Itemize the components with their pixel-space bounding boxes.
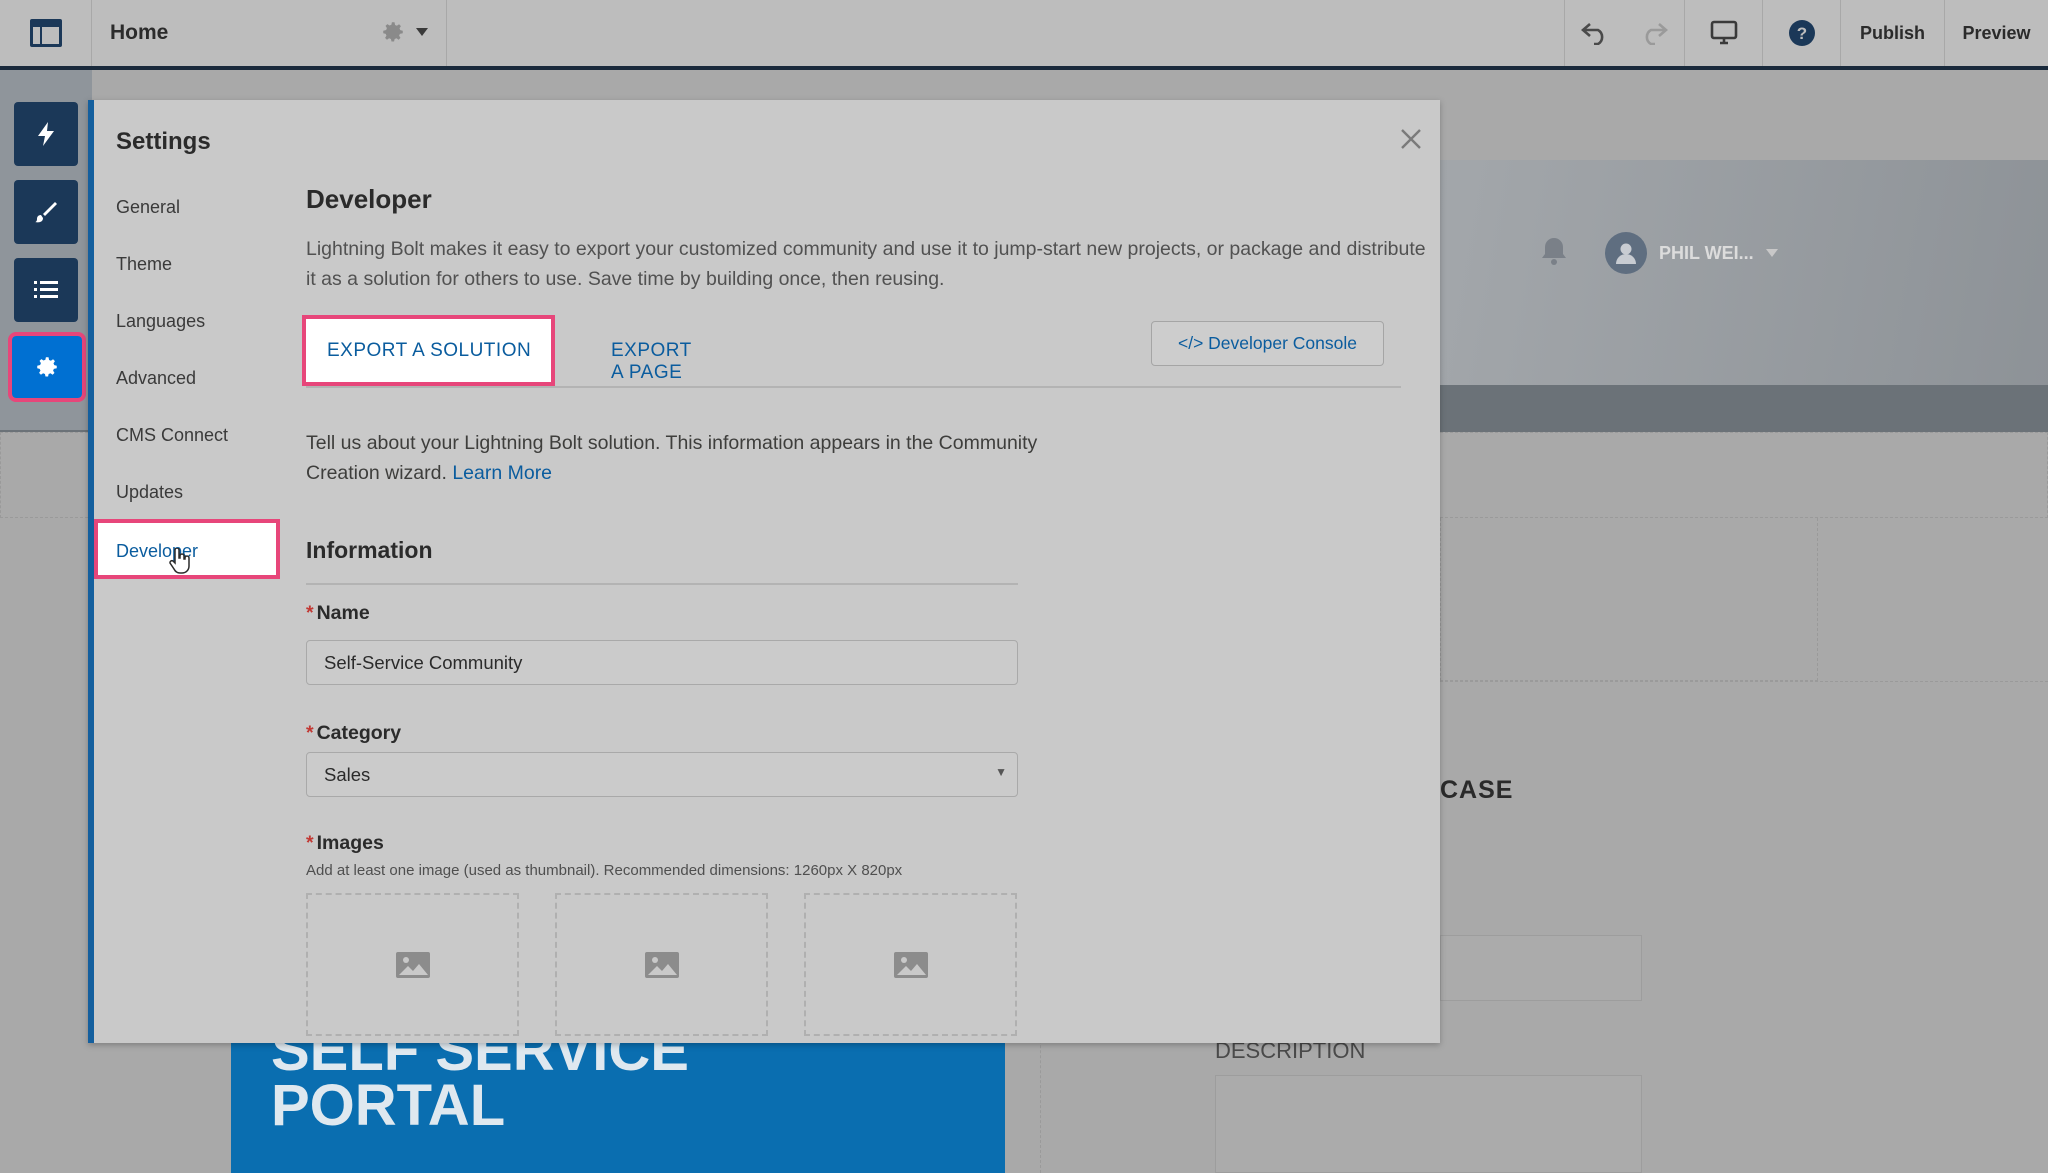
notification-bell-icon — [1540, 236, 1568, 271]
page-settings-dropdown[interactable] — [380, 19, 428, 45]
user-name: PHIL WEI... — [1659, 242, 1754, 263]
images-label-text: Images — [316, 832, 384, 854]
category-select[interactable]: Sales ▼ — [306, 752, 1018, 797]
desktop-icon — [1710, 20, 1737, 45]
name-label: * Name — [306, 602, 370, 625]
layout-menu-icon[interactable] — [0, 0, 92, 66]
caret-down-icon — [416, 28, 428, 36]
publish-button[interactable]: Publish — [1840, 0, 1944, 66]
settings-panel: Settings General Theme Languages Advance… — [88, 100, 1440, 1043]
tab-export-page[interactable]: EXPORT A PAGE — [611, 340, 691, 384]
help-button[interactable]: ? — [1762, 0, 1840, 66]
caret-down-icon — [1765, 249, 1778, 257]
nav-item-general[interactable]: General — [116, 197, 180, 218]
builder-left-rail — [0, 70, 92, 430]
portal-line-2: PORTAL — [271, 1073, 506, 1138]
page-title: Home — [110, 21, 169, 44]
components-button[interactable] — [14, 102, 78, 166]
avatar — [1605, 232, 1647, 274]
background-field — [1440, 935, 1642, 1001]
background-field — [1215, 1075, 1642, 1173]
user-icon — [1616, 243, 1636, 264]
required-asterisk: * — [306, 722, 314, 744]
name-label-text: Name — [316, 602, 370, 624]
settings-title: Settings — [116, 128, 211, 155]
category-label-text: Category — [316, 722, 402, 744]
image-upload-slot[interactable] — [555, 893, 768, 1036]
close-icon — [1401, 129, 1421, 149]
portal-banner-text: SELF SERVICE PORTAL — [271, 1041, 689, 1138]
device-preview-button[interactable] — [1684, 0, 1762, 66]
hand-cursor-icon — [169, 548, 190, 574]
name-field[interactable]: Self-Service Community — [306, 640, 1018, 685]
undo-icon — [1580, 23, 1603, 45]
undo-button[interactable] — [1564, 0, 1624, 66]
settings-button[interactable] — [8, 332, 86, 402]
page-region-outline — [1440, 518, 1818, 681]
gear-icon — [37, 357, 57, 377]
tab-export-solution[interactable]: EXPORT A SOLUTION — [302, 315, 555, 386]
image-placeholder-icon — [395, 951, 430, 978]
required-asterisk: * — [306, 832, 314, 854]
lightning-bolt-icon — [38, 122, 54, 146]
nav-item-advanced[interactable]: Advanced — [116, 368, 196, 389]
list-icon — [34, 281, 58, 298]
required-asterisk: * — [306, 602, 314, 624]
nav-item-theme[interactable]: Theme — [116, 254, 172, 275]
nav-item-developer[interactable]: Developer — [94, 519, 280, 579]
builder-top-bar: Home ? Publish Preview — [0, 0, 2048, 70]
portal-banner: SELF SERVICE PORTAL — [231, 1041, 1005, 1173]
category-selected-value: Sales — [324, 764, 371, 785]
case-heading: CASE — [1440, 776, 1514, 804]
page-structure-button[interactable] — [14, 258, 78, 322]
page-selector[interactable]: Home — [92, 0, 447, 66]
paintbrush-icon — [35, 202, 57, 223]
nav-item-languages[interactable]: Languages — [116, 311, 205, 332]
solution-intro-text: Tell us about your Lightning Bolt soluti… — [306, 428, 1066, 488]
nav-item-cms-connect[interactable]: CMS Connect — [116, 425, 228, 446]
developer-heading: Developer — [306, 184, 432, 214]
caret-down-icon: ▼ — [995, 765, 1007, 779]
images-label: * Images — [306, 832, 384, 855]
preview-button[interactable]: Preview — [1944, 0, 2048, 66]
image-placeholder-icon — [893, 951, 928, 978]
redo-button[interactable] — [1624, 0, 1684, 66]
gear-icon — [383, 22, 403, 42]
images-hint: Add at least one image (used as thumbnai… — [306, 862, 903, 879]
developer-description: Lightning Bolt makes it easy to export y… — [306, 238, 1426, 290]
tab-export-solution-label: EXPORT A SOLUTION — [327, 340, 532, 361]
section-divider — [306, 583, 1018, 585]
information-heading: Information — [306, 537, 433, 563]
developer-console-button[interactable]: </> Developer Console — [1151, 321, 1384, 366]
redo-icon — [1645, 23, 1668, 45]
image-placeholder-icon — [644, 951, 679, 978]
solution-intro: Tell us about your Lightning Bolt soluti… — [306, 432, 1038, 484]
theme-button[interactable] — [14, 180, 78, 244]
image-upload-slot[interactable] — [306, 893, 519, 1036]
close-button[interactable] — [1400, 126, 1422, 156]
svg-text:?: ? — [1796, 24, 1806, 43]
help-icon: ? — [1788, 20, 1815, 46]
user-menu: PHIL WEI... — [1605, 232, 1778, 274]
learn-more-link[interactable]: Learn More — [452, 462, 552, 484]
nav-item-updates[interactable]: Updates — [116, 482, 183, 503]
category-label: * Category — [306, 722, 401, 745]
toolbar-actions: ? Publish Preview — [1564, 0, 2048, 66]
image-upload-slot[interactable] — [804, 893, 1017, 1036]
tab-divider — [306, 386, 1401, 388]
